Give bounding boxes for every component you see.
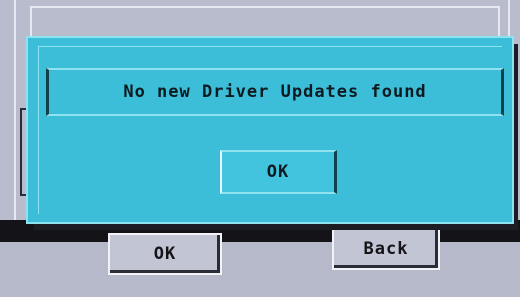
alert-ok-button[interactable]: OK [220, 150, 337, 194]
alert-dialog: No new Driver Updates found OK [26, 36, 514, 224]
alert-message: No new Driver Updates found [46, 68, 504, 116]
background-ok-button[interactable]: OK [108, 233, 222, 275]
background-dialog-button-area [0, 242, 520, 297]
background-back-button[interactable]: Back [332, 228, 440, 270]
